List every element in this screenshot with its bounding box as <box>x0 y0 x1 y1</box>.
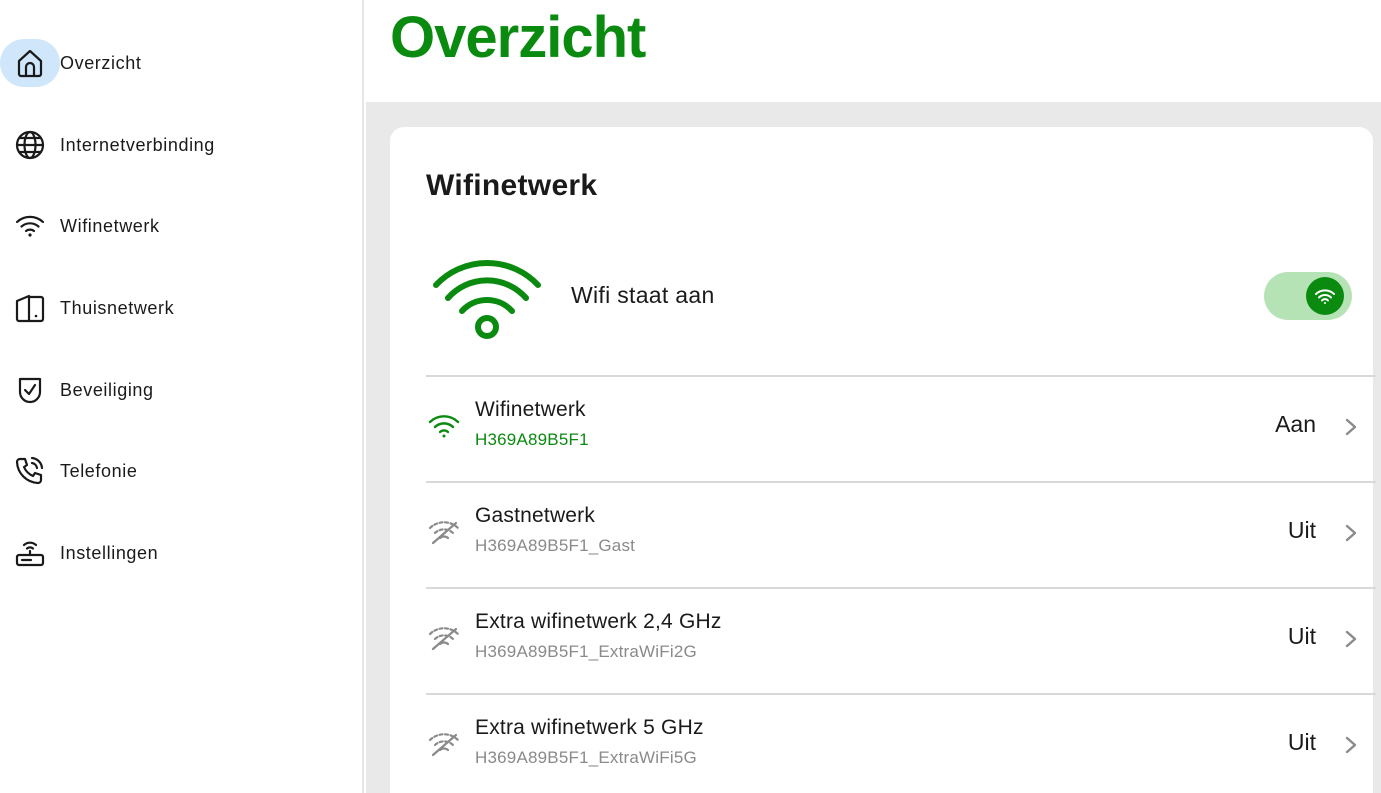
wifi-icon <box>428 415 460 438</box>
network-status: Uit <box>1287 517 1316 543</box>
sidebar-item-instellingen[interactable]: Instellingen <box>0 528 362 578</box>
phone-icon <box>0 447 60 495</box>
wifi-off-icon <box>428 521 460 545</box>
wifi-icon <box>0 202 60 250</box>
network-status: Uit <box>1287 729 1316 755</box>
sidebar-item-label: Internetverbinding <box>60 134 215 155</box>
chevron-right-icon <box>1345 524 1357 542</box>
sidebar-item-label: Telefonie <box>60 460 138 481</box>
network-row-extra-24ghz[interactable]: Extra wifinetwerk 2,4 GHz H369A89B5F1_Ex… <box>426 587 1376 693</box>
card-title: Wifinetwerk <box>426 169 598 202</box>
sidebar-item-overzicht[interactable]: Overzicht <box>0 38 362 88</box>
network-row-gastnetwerk[interactable]: Gastnetwerk H369A89B5F1_Gast Uit <box>426 481 1376 587</box>
sidebar-item-label: Thuisnetwerk <box>60 297 175 318</box>
sidebar-item-telefonie[interactable]: Telefonie <box>0 446 362 496</box>
wifi-toggle[interactable] <box>1264 272 1352 320</box>
shield-check-icon <box>0 366 60 414</box>
network-ssid: H369A89B5F1_Gast <box>475 536 636 555</box>
wifi-icon <box>1315 289 1335 304</box>
network-ssid: H369A89B5F1_ExtraWiFi5G <box>475 748 697 767</box>
network-ssid: H369A89B5F1_ExtraWiFi2G <box>475 642 697 661</box>
sidebar-item-label: Wifinetwerk <box>60 215 160 236</box>
router-icon <box>0 529 60 577</box>
chevron-right-icon <box>1345 418 1357 436</box>
page-title: Overzicht <box>390 5 646 70</box>
globe-icon <box>0 121 60 169</box>
network-status: Aan <box>1275 411 1316 437</box>
wifi-status-label: Wifi staat aan <box>571 282 715 308</box>
network-row-extra-5ghz[interactable]: Extra wifinetwerk 5 GHz H369A89B5F1_Extr… <box>426 693 1376 793</box>
network-status: Uit <box>1287 623 1316 649</box>
sidebar-item-wifinetwerk[interactable]: Wifinetwerk <box>0 201 362 251</box>
wifi-off-icon <box>428 733 460 757</box>
sidebar-item-label: Beveiliging <box>60 379 154 400</box>
network-title: Extra wifinetwerk 5 GHz <box>475 716 704 739</box>
network-ssid: H369A89B5F1 <box>475 430 589 449</box>
wifi-card: Wifinetwerk Wifi staat aan Wifinetwerk H… <box>390 127 1376 793</box>
network-row-wifinetwerk[interactable]: Wifinetwerk H369A89B5F1 Aan <box>426 375 1376 481</box>
sidebar: Overzicht Internetverbinding Wifinetwerk <box>0 0 364 793</box>
sidebar-item-label: Instellingen <box>60 542 159 563</box>
sidebar-item-label: Overzicht <box>60 52 142 73</box>
chevron-right-icon <box>1345 736 1357 754</box>
wifi-toggle-knob <box>1306 277 1344 315</box>
network-title: Extra wifinetwerk 2,4 GHz <box>475 610 722 633</box>
wifi-off-icon <box>428 627 460 651</box>
network-title: Wifinetwerk <box>475 398 586 421</box>
sidebar-item-internetverbinding[interactable]: Internetverbinding <box>0 120 362 170</box>
chevron-right-icon <box>1345 630 1357 648</box>
page-header: Overzicht <box>366 0 1381 102</box>
devices-icon <box>0 284 60 332</box>
main-content: Wifinetwerk Wifi staat aan Wifinetwerk H… <box>366 102 1381 793</box>
sidebar-item-thuisnetwerk[interactable]: Thuisnetwerk <box>0 283 362 333</box>
sidebar-item-beveiliging[interactable]: Beveiliging <box>0 365 362 415</box>
wifi-large-icon <box>433 260 541 339</box>
network-title: Gastnetwerk <box>475 504 596 527</box>
home-icon <box>0 39 60 87</box>
